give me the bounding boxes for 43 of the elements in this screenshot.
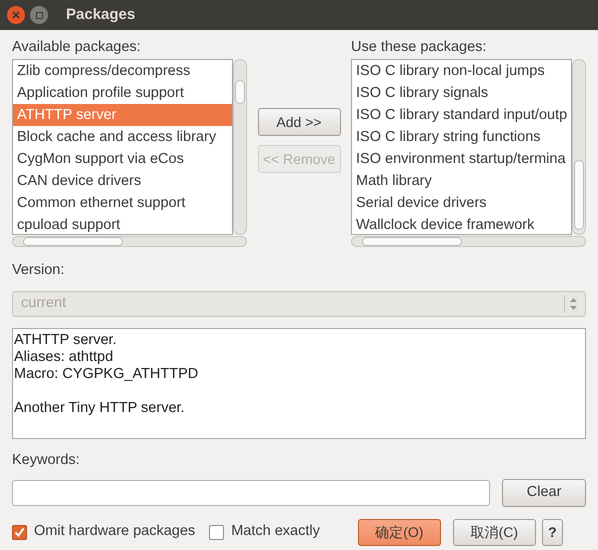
package-item[interactable]: cpuload support <box>13 214 232 234</box>
package-item[interactable]: ISO C library signals <box>352 82 571 104</box>
checkbox[interactable] <box>12 524 27 540</box>
checkbox-label[interactable]: Match exactly <box>231 521 320 543</box>
scroll-thumb[interactable] <box>574 160 584 230</box>
clear-button[interactable]: Clear <box>502 478 586 506</box>
vertical-scrollbar[interactable] <box>572 59 586 235</box>
window-title: Packages <box>66 4 136 25</box>
package-item[interactable]: Wallclock device framework <box>352 214 571 234</box>
package-item[interactable]: ISO environment startup/termina <box>352 148 571 170</box>
spinner-arrows-icon <box>570 296 577 311</box>
horizontal-scrollbar[interactable] <box>351 236 586 247</box>
package-item[interactable]: Math library <box>352 170 571 192</box>
list-label: Use these packages: <box>351 38 488 57</box>
help-button[interactable]: ? <box>542 518 563 546</box>
add-button[interactable]: Add >> <box>258 108 340 136</box>
package-item[interactable]: Serial device drivers <box>352 192 571 214</box>
package-item[interactable]: ISO C library non-local jumps <box>352 60 571 82</box>
keywords-label: Keywords: <box>12 450 81 470</box>
scroll-thumb[interactable] <box>362 237 462 246</box>
scroll-thumb[interactable] <box>23 237 123 246</box>
scroll-thumb[interactable] <box>235 80 245 104</box>
checkbox-label[interactable]: Omit hardware packages <box>34 521 196 543</box>
list-label: Available packages: <box>12 38 142 57</box>
maximize-icon[interactable] <box>30 6 48 24</box>
package-item[interactable]: Zlib compress/decompress <box>13 60 232 82</box>
description-text: ATHTTP server. Aliases: athttpd Macro: CYGPKG_ATHTTPD <box>14 332 200 383</box>
package-item[interactable]: ISO C library string functions <box>352 126 571 148</box>
horizontal-scrollbar[interactable] <box>12 236 247 247</box>
close-icon[interactable] <box>7 6 25 24</box>
vertical-scrollbar[interactable] <box>233 59 247 235</box>
ok-button[interactable]: 确定(O) <box>358 518 441 546</box>
package-item[interactable]: Application profile support <box>13 82 232 104</box>
cancel-button[interactable]: 取消(C) <box>452 518 536 546</box>
package-item[interactable]: ISO C library standard input/outp <box>352 104 571 126</box>
description-text: Another Tiny HTTP server. <box>14 400 186 417</box>
keywords-field[interactable] <box>12 480 490 506</box>
checkbox[interactable] <box>209 524 224 540</box>
package-item[interactable]: CygMon support via eCos <box>13 148 232 170</box>
version-label: Version: <box>12 261 66 280</box>
package-item[interactable]: Block cache and access library <box>13 126 232 148</box>
package-item[interactable]: Common ethernet support <box>13 192 232 214</box>
package-item[interactable]: CAN device drivers <box>13 170 232 192</box>
